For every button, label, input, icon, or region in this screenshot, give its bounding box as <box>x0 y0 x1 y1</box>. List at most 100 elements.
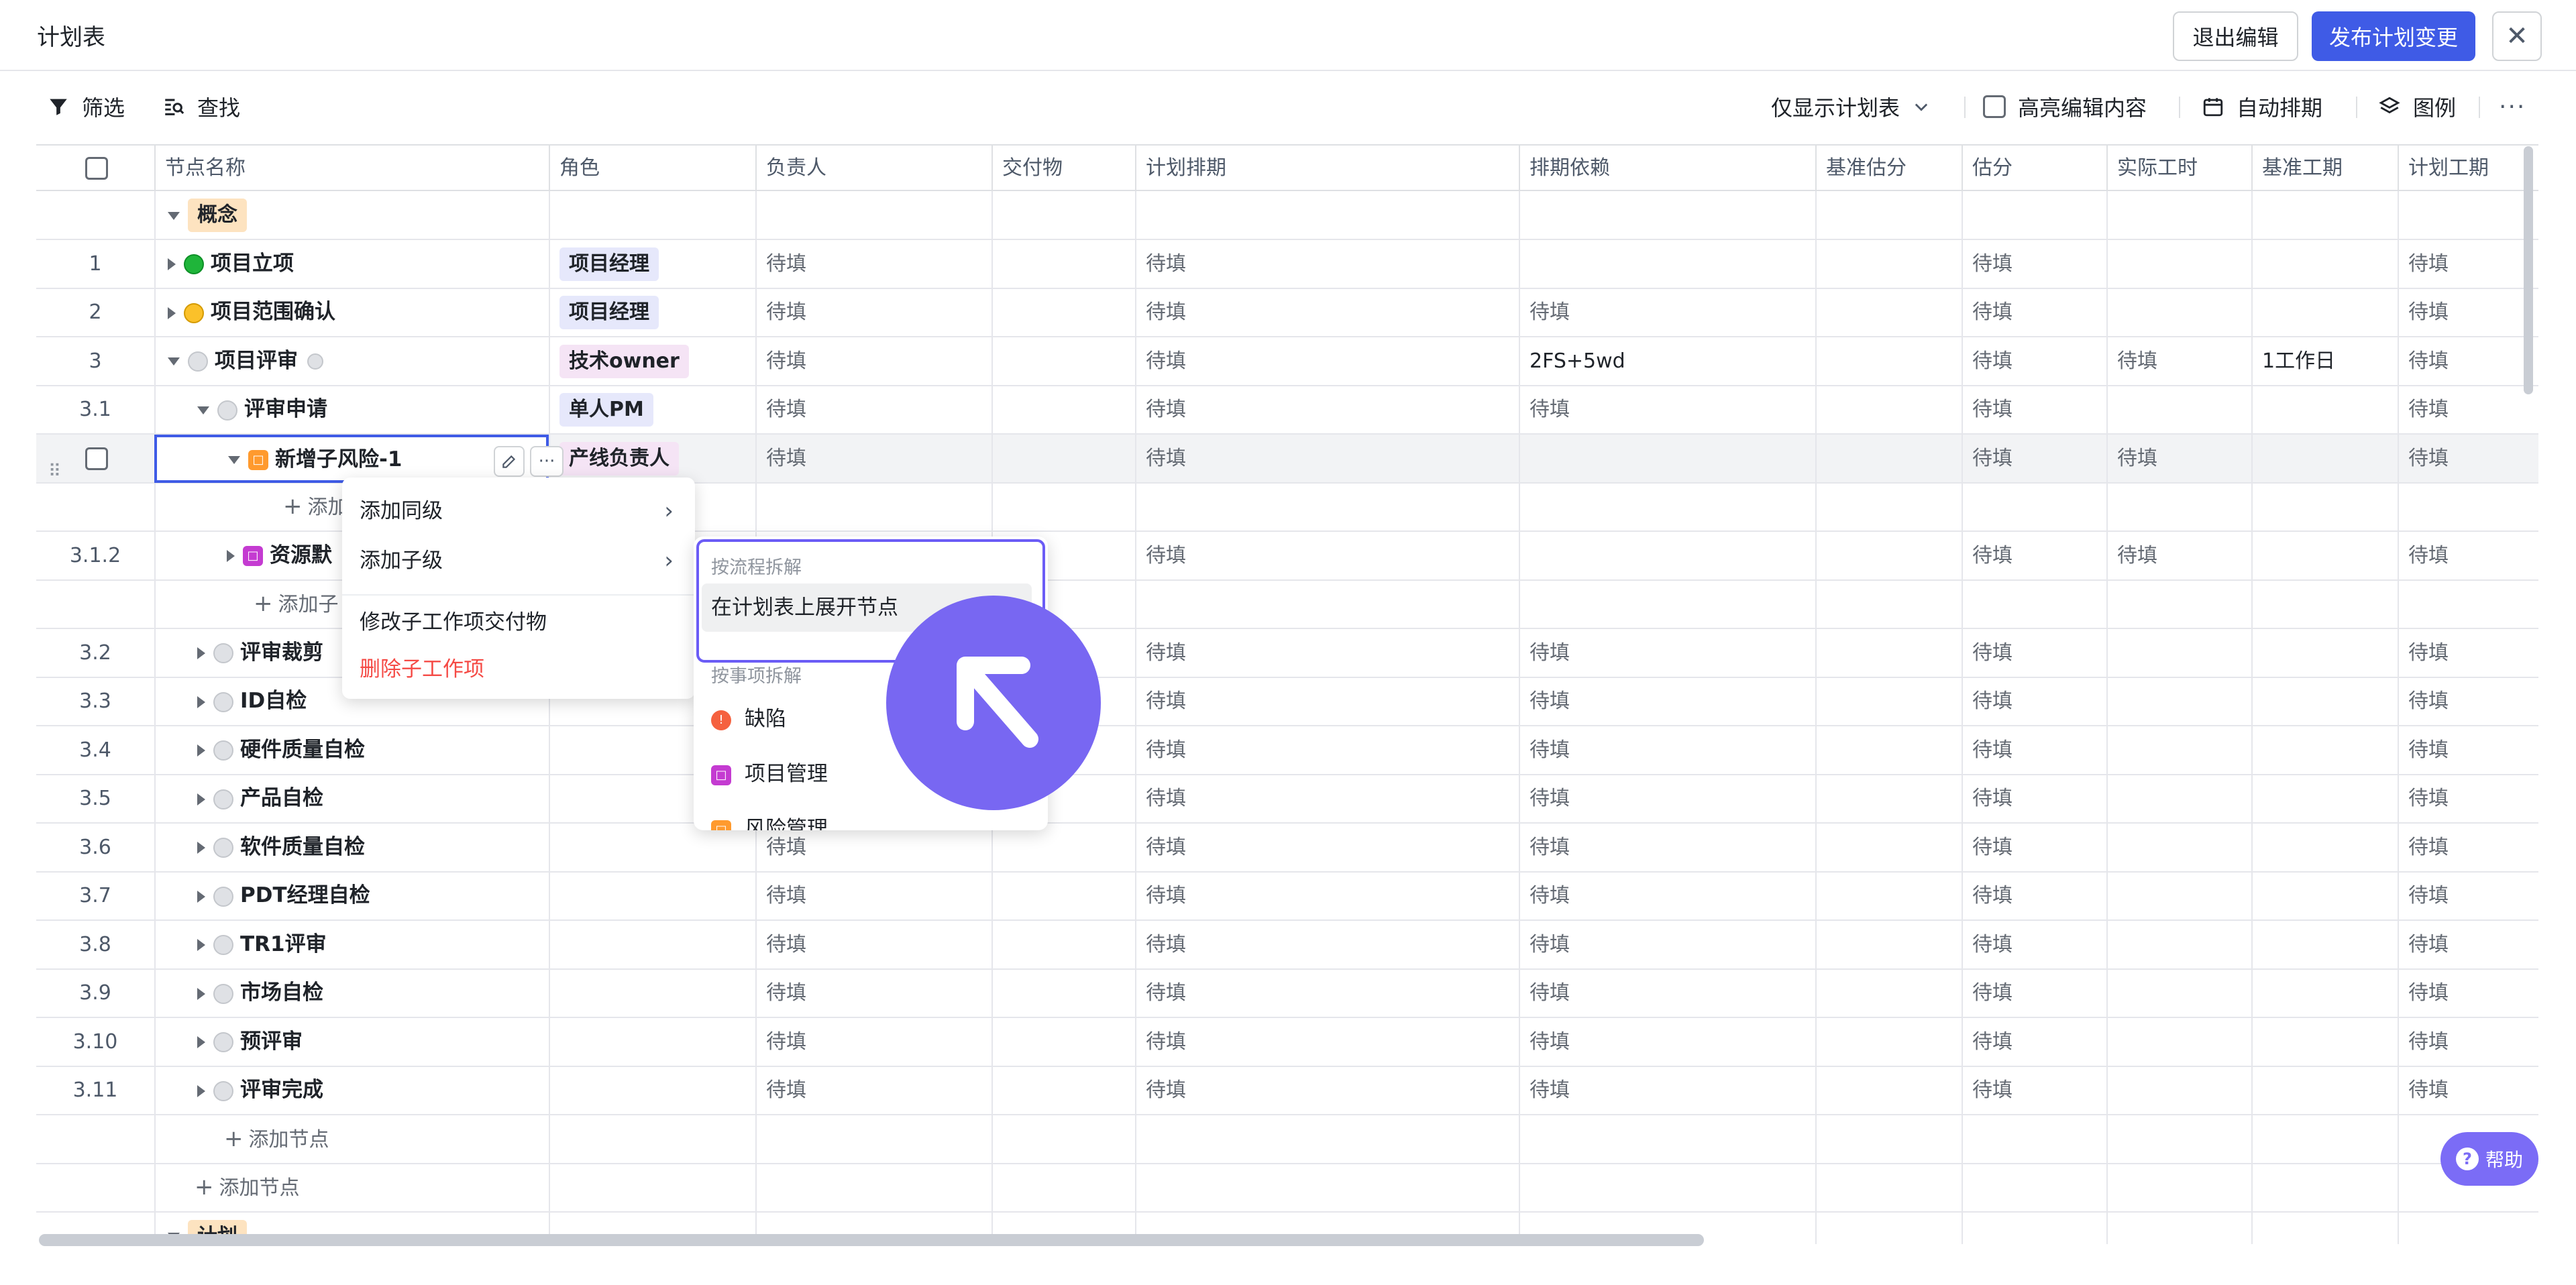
add-node-link[interactable]: + 添加节点 <box>195 1174 300 1200</box>
baseline-duration-cell[interactable] <box>2251 1017 2398 1066</box>
estimate-cell[interactable] <box>1962 483 2106 530</box>
actual-hours-cell[interactable] <box>2106 920 2251 968</box>
estimate-cell[interactable]: 待填 <box>1962 677 2106 725</box>
actual-hours-cell[interactable] <box>2106 1017 2251 1066</box>
deliverable-cell[interactable] <box>991 386 1135 433</box>
baseline-duration-cell[interactable] <box>2251 969 2398 1017</box>
schedule-cell[interactable]: 待填 <box>1135 628 1519 677</box>
baseline-estimate-cell[interactable] <box>1815 969 1962 1017</box>
plan-duration-cell[interactable]: 待填 <box>2398 823 2538 871</box>
plan-duration-cell[interactable] <box>2398 1212 2538 1244</box>
table-row[interactable]: ⠿□新增子风险-1产线负责人待填待填待填待填待填□新增子风险-1··· <box>36 434 2538 484</box>
table-row[interactable]: 3.4 硬件质量自检 待填 待填 待填 待填 <box>36 726 2538 775</box>
estimate-cell[interactable]: 待填 <box>1962 920 2106 968</box>
col-header-owner[interactable]: 负责人 <box>755 146 991 191</box>
owner-cell[interactable] <box>755 483 991 530</box>
table-row[interactable]: 概念 <box>36 191 2538 240</box>
actual-hours-cell[interactable]: 待填 <box>2106 337 2251 385</box>
baseline-estimate-cell[interactable] <box>1815 239 1962 288</box>
baseline-estimate-cell[interactable] <box>1815 726 1962 774</box>
dependency-cell[interactable]: 2FS+5wd <box>1519 337 1815 385</box>
plan-duration-cell[interactable] <box>2398 580 2538 628</box>
dependency-cell[interactable]: 待填 <box>1519 775 1815 822</box>
plan-duration-cell[interactable]: 待填 <box>2398 677 2538 725</box>
node-name-cell[interactable]: 概念 <box>154 191 549 239</box>
schedule-cell[interactable] <box>1135 483 1519 530</box>
estimate-cell[interactable]: 待填 <box>1962 531 2106 579</box>
table-row[interactable]: 3.10 预评审 待填 待填 待填 待填 待填 <box>36 1017 2538 1067</box>
menu-delete-item[interactable]: 删除子工作项 <box>360 649 678 689</box>
plan-duration-cell[interactable]: 待填 <box>2398 628 2538 677</box>
actual-hours-cell[interactable] <box>2106 580 2251 628</box>
plan-duration-cell[interactable]: 待填 <box>2398 531 2538 579</box>
baseline-duration-cell[interactable] <box>2251 1164 2398 1211</box>
plan-duration-cell[interactable]: 待填 <box>2398 920 2538 968</box>
node-name-cell[interactable]: 项目立项 <box>154 239 549 288</box>
role-cell[interactable]: 项目经理 <box>549 239 755 288</box>
caret-right-icon[interactable] <box>168 258 176 270</box>
role-cell[interactable] <box>549 1066 755 1114</box>
deliverable-cell[interactable] <box>991 434 1135 482</box>
deliverable-cell[interactable] <box>991 1115 1135 1163</box>
plan-duration-cell[interactable]: 待填 <box>2398 726 2538 774</box>
schedule-cell[interactable]: 待填 <box>1135 1017 1519 1066</box>
estimate-cell[interactable]: 待填 <box>1962 337 2106 385</box>
baseline-estimate-cell[interactable] <box>1815 677 1962 725</box>
baseline-duration-cell[interactable] <box>2251 823 2398 871</box>
baseline-estimate-cell[interactable] <box>1815 920 1962 968</box>
estimate-cell[interactable] <box>1962 1164 2106 1211</box>
baseline-estimate-cell[interactable] <box>1815 288 1962 336</box>
baseline-duration-cell[interactable] <box>2251 191 2398 239</box>
baseline-duration-cell[interactable]: 1工作日 <box>2251 337 2398 385</box>
schedule-cell[interactable]: 待填 <box>1135 775 1519 822</box>
actual-hours-cell[interactable] <box>2106 1115 2251 1163</box>
exit-edit-button[interactable]: 退出编辑 <box>2173 11 2298 61</box>
owner-cell[interactable]: 待填 <box>755 337 991 385</box>
estimate-cell[interactable] <box>1962 191 2106 239</box>
caret-right-icon[interactable] <box>197 890 205 903</box>
dependency-cell[interactable] <box>1519 1115 1815 1163</box>
caret-down-icon[interactable] <box>197 406 209 414</box>
actual-hours-cell[interactable] <box>2106 823 2251 871</box>
owner-cell[interactable]: 待填 <box>755 920 991 968</box>
deliverable-cell[interactable] <box>991 1066 1135 1114</box>
dependency-cell[interactable] <box>1519 483 1815 530</box>
actual-hours-cell[interactable] <box>2106 726 2251 774</box>
plan-duration-cell[interactable]: 待填 <box>2398 434 2538 482</box>
caret-right-icon[interactable] <box>197 842 205 854</box>
dependency-cell[interactable]: 待填 <box>1519 823 1815 871</box>
deliverable-cell[interactable] <box>991 969 1135 1017</box>
deliverable-cell[interactable] <box>991 337 1135 385</box>
baseline-duration-cell[interactable] <box>2251 628 2398 677</box>
table-row[interactable]: 3.9 市场自检 待填 待填 待填 待填 待填 <box>36 969 2538 1018</box>
role-cell[interactable] <box>549 1115 755 1163</box>
dependency-cell[interactable]: 待填 <box>1519 726 1815 774</box>
dependency-cell[interactable]: 待填 <box>1519 1017 1815 1066</box>
estimate-cell[interactable]: 待填 <box>1962 969 2106 1017</box>
view-filter-dropdown[interactable]: 仅显示计划表 <box>1771 91 1931 122</box>
owner-cell[interactable]: 待填 <box>755 434 991 482</box>
baseline-duration-cell[interactable] <box>2251 775 2398 822</box>
owner-cell[interactable]: 待填 <box>755 239 991 288</box>
node-name-cell[interactable]: 评审完成 <box>154 1066 549 1114</box>
row-checkbox[interactable] <box>85 447 108 470</box>
baseline-estimate-cell[interactable] <box>1815 434 1962 482</box>
role-cell[interactable]: 项目经理 <box>549 288 755 336</box>
baseline-duration-cell[interactable] <box>2251 483 2398 530</box>
find-button[interactable]: 查找 <box>162 91 240 122</box>
table-row[interactable]: 3 项目评审 技术owner 待填 待填 2FS+5wd 待填 待填 1工作日 待填 <box>36 337 2538 386</box>
plan-duration-cell[interactable] <box>2398 483 2538 530</box>
deliverable-cell[interactable] <box>991 483 1135 530</box>
node-name-cell[interactable]: 预评审 <box>154 1017 549 1066</box>
dependency-cell[interactable]: 待填 <box>1519 969 1815 1017</box>
baseline-estimate-cell[interactable] <box>1815 1066 1962 1114</box>
estimate-cell[interactable]: 待填 <box>1962 775 2106 822</box>
baseline-estimate-cell[interactable] <box>1815 483 1962 530</box>
table-row[interactable]: 3.5 产品自检 待填 待填 待填 待填 <box>36 775 2538 824</box>
baseline-estimate-cell[interactable] <box>1815 1017 1962 1066</box>
actual-hours-cell[interactable] <box>2106 386 2251 433</box>
node-name-cell[interactable]: 市场自检 <box>154 969 549 1017</box>
deliverable-cell[interactable] <box>991 191 1135 239</box>
owner-cell[interactable] <box>755 1164 991 1211</box>
dependency-cell[interactable]: 待填 <box>1519 872 1815 919</box>
